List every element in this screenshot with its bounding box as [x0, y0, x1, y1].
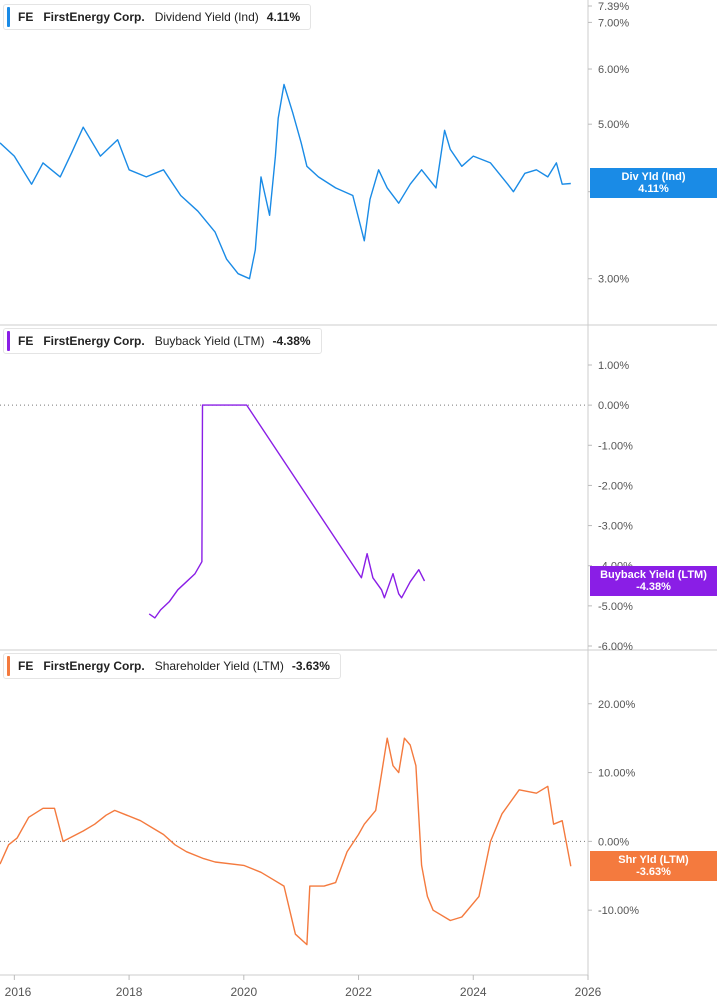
y-tick-label: -6.00% — [598, 641, 633, 653]
series-line — [148, 404, 426, 619]
x-tick-label: 2024 — [460, 985, 487, 999]
y-tick-label: 0.00% — [598, 400, 629, 412]
legend-ticker: FE — [18, 659, 34, 673]
buyback-yield-legend[interactable]: FE FirstEnergy Corp. Buyback Yield (LTM)… — [3, 328, 322, 354]
badge-value: -4.38% — [636, 581, 671, 593]
y-tick-label: 3.00% — [598, 274, 629, 286]
buyback-yield-panel: 1.00%0.00%-1.00%-2.00%-3.00%-4.00%-5.00%… — [0, 360, 633, 653]
x-axis: 2016 2018 2020 2022 2024 2026 — [5, 975, 602, 999]
x-tick-label: 2026 — [575, 985, 602, 999]
y-tick-label: 10.00% — [598, 768, 636, 780]
legend-metric: Buyback Yield (LTM) — [154, 334, 265, 348]
y-tick-label: 6.00% — [598, 64, 629, 76]
y-tick-label: 1.00% — [598, 360, 629, 372]
x-tick-label: 2022 — [345, 985, 372, 999]
dividend-yield-legend[interactable]: FE FirstEnergy Corp. Dividend Yield (Ind… — [3, 4, 312, 30]
badge-value: 4.11% — [638, 183, 669, 195]
y-tick-label: 7.39% — [598, 1, 629, 13]
legend-color-swatch — [7, 7, 10, 27]
badge-metric: Shr Yld (LTM) — [618, 854, 689, 866]
badge-metric: Buyback Yield (LTM) — [600, 569, 707, 581]
badge-value: -3.63% — [636, 866, 671, 878]
buyback-yield-badge: Buyback Yield (LTM) -4.38% — [590, 566, 717, 596]
y-tick-label: 20.00% — [598, 699, 636, 711]
legend-company: FirstEnergy Corp. — [43, 10, 145, 24]
badge-metric: Div Yld (Ind) — [621, 171, 686, 183]
y-tick-label: -1.00% — [598, 440, 633, 452]
legend-ticker: FE — [18, 334, 34, 348]
y-tick-label: 5.00% — [598, 119, 629, 131]
legend-metric: Dividend Yield (Ind) — [154, 10, 259, 24]
legend-value: -4.38% — [272, 334, 311, 348]
y-tick-label: -10.00% — [598, 905, 639, 917]
legend-value: 4.11% — [266, 10, 301, 24]
legend-company: FirstEnergy Corp. — [43, 659, 145, 673]
shareholder-yield-badge: Shr Yld (LTM) -3.63% — [590, 851, 717, 881]
shareholder-yield-panel: 20.00% 10.00% 0.00% -10.00% — [0, 699, 639, 946]
y-tick-label: 0.00% — [598, 836, 629, 848]
legend-metric: Shareholder Yield (LTM) — [154, 659, 284, 673]
series-line — [0, 737, 572, 946]
y-tick-label: -2.00% — [598, 480, 633, 492]
x-tick-label: 2016 — [5, 985, 32, 999]
shareholder-yield-legend[interactable]: FE FirstEnergy Corp. Shareholder Yield (… — [3, 653, 341, 679]
legend-ticker: FE — [18, 10, 34, 24]
y-tick-label: -3.00% — [598, 521, 633, 533]
dividend-yield-badge: Div Yld (Ind) 4.11% — [590, 168, 717, 198]
legend-color-swatch — [7, 331, 10, 351]
legend-value: -3.63% — [291, 659, 330, 673]
series-line — [0, 83, 571, 280]
dividend-yield-panel: 7.39%7.00%6.00%5.00%4.00%3.00% — [0, 1, 629, 286]
legend-color-swatch — [7, 656, 10, 676]
y-tick-label: 7.00% — [598, 17, 629, 29]
x-tick-label: 2020 — [230, 985, 257, 999]
legend-company: FirstEnergy Corp. — [43, 334, 145, 348]
x-tick-label: 2018 — [116, 985, 143, 999]
y-tick-label: -5.00% — [598, 601, 633, 613]
